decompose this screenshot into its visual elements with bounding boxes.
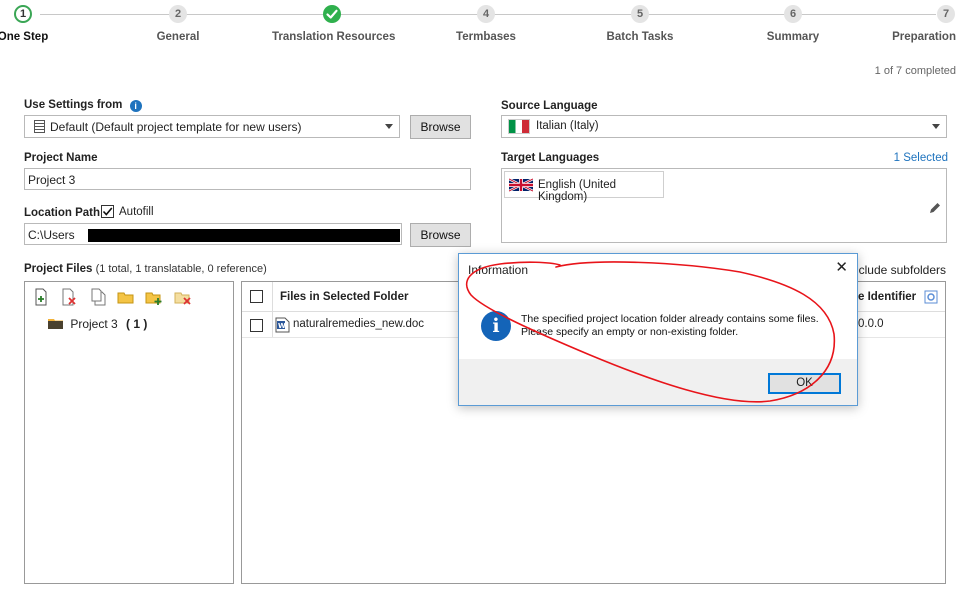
red-annotation-circle [465,261,836,403]
